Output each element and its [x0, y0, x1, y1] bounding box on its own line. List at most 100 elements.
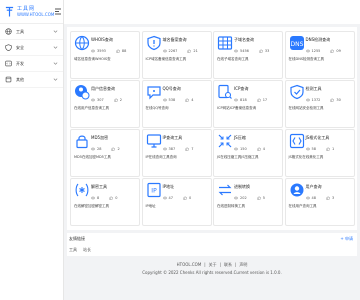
- tool-card-description: 在线进制转换工具: [217, 204, 245, 208]
- eye-icon: [91, 147, 95, 151]
- views-stat: 307: [91, 98, 104, 102]
- footer-link-contact[interactable]: 联系: [224, 261, 232, 269]
- tool-card[interactable]: JS格式化工具 58 1 JS格式化在线美化工具: [284, 129, 355, 177]
- tool-card-title: 进制转换: [234, 184, 250, 189]
- likes-count: 21: [193, 49, 198, 53]
- tool-card-title: 用户查询: [305, 184, 322, 189]
- shield-alert-icon: [146, 35, 161, 51]
- likes-count: 2: [119, 98, 122, 102]
- likes-count: 4: [191, 98, 194, 102]
- thumbs-up-icon: [330, 98, 335, 102]
- views-count: 28: [97, 147, 102, 151]
- views-count: 3593: [97, 49, 106, 53]
- friend-link[interactable]: 站长: [83, 247, 91, 253]
- views-count: 1372: [311, 98, 321, 102]
- views-stat: 58: [305, 147, 316, 151]
- asterisk-icon: [75, 183, 89, 197]
- tool-card[interactable]: ICP查询 818 17 ICP网站ICP备案信息查询: [213, 80, 283, 128]
- views-stat: 1372: [305, 98, 321, 102]
- tool-card[interactable]: IP查询工具 387 7 IP在线查询工具查询: [141, 129, 212, 177]
- friend-link[interactable]: 工具: [69, 247, 77, 253]
- thumbs-up-icon: [183, 196, 187, 200]
- tool-card[interactable]: 检测工具 1372 30 在线网站安全检测工具: [284, 80, 355, 128]
- tool-card-title: QQ号查询: [162, 86, 181, 91]
- likes-count: 17: [262, 98, 268, 102]
- app-root: 工具网 WWW.HTOOL.COM 工具 安全 开发 其他 WHOIS查询 35…: [0, 0, 360, 300]
- apply-link-button[interactable]: + 申请: [340, 236, 353, 242]
- tool-card-description: 在线网站安全检测工具: [288, 106, 324, 110]
- svg-text:IP: IP: [151, 188, 157, 195]
- views-count: 150: [240, 147, 247, 151]
- views-stat: 5456: [234, 49, 249, 53]
- tool-card[interactable]: 用户信息查询 307 2 在线用户信息查询工具: [70, 80, 140, 128]
- footer-site-name[interactable]: HTOOL.COM: [177, 261, 202, 269]
- top-bar: [55, 0, 360, 24]
- thumbs-up-icon: [111, 147, 116, 151]
- tool-card[interactable]: JS压缩 150 4 JS在线压缩工具JS压缩工具: [213, 129, 283, 177]
- friend-links: 友情链接 + 申请 工具 站长: [67, 233, 357, 256]
- views-stat: 3593: [91, 49, 106, 53]
- menu-toggle-icon[interactable]: [54, 7, 62, 16]
- lock-icon: [76, 135, 88, 149]
- thumbs-up-icon: [257, 196, 261, 200]
- views-count: 58: [311, 147, 316, 151]
- tool-card[interactable]: 域名备案查询 2267 21 ICP域名备案信息查询工具: [141, 31, 212, 79]
- sidebar-item-other[interactable]: 其他: [0, 72, 63, 88]
- tool-card[interactable]: MD5加密 28 2 MD5在线加密MD5工具: [70, 129, 140, 177]
- sidebar-item-security[interactable]: 安全: [0, 40, 63, 56]
- brackets-icon: [289, 133, 304, 149]
- likes-count: 4: [262, 147, 265, 151]
- views-count: 387: [168, 147, 176, 151]
- main-content: WHOIS查询 3593 88 域名信息查询WHOIS查 域名备案查询 2267 21 ICP…: [64, 24, 360, 300]
- thumbs-up-icon: [114, 98, 118, 102]
- tool-card-stats: 47 0: [162, 196, 202, 200]
- likes-stat: 17: [257, 98, 267, 102]
- sidebar-item-dev[interactable]: 开发: [0, 56, 63, 72]
- tools-panel: WHOIS查询 3593 88 域名信息查询WHOIS查 域名备案查询 2267 21 ICP…: [67, 27, 357, 230]
- sidebar-item-label: 其他: [16, 76, 24, 82]
- sidebar-item-tools[interactable]: 工具: [0, 24, 63, 40]
- tool-card[interactable]: IP IP地址 47 0 IP地址: [141, 178, 212, 226]
- tool-card-description: IP地址: [145, 204, 156, 208]
- tool-card-title: 域名备案查询: [162, 37, 187, 42]
- tool-card-description: 在线用户信息查询工具: [74, 106, 109, 110]
- likes-count: 7: [191, 147, 194, 151]
- thumbs-up-icon: [257, 98, 261, 102]
- tool-card[interactable]: WHOIS查询 3593 88 域名信息查询WHOIS查: [70, 31, 140, 79]
- eye-icon: [234, 49, 238, 53]
- tool-card[interactable]: 解密工具 8 0 在线解密加密解密工具: [70, 178, 140, 226]
- tool-card-title: WHOIS查询: [91, 37, 113, 42]
- footer-separator: |: [235, 262, 237, 267]
- likes-stat: 2: [111, 147, 120, 151]
- likes-count: 30: [336, 98, 341, 102]
- tool-card-title: IP查询工具: [162, 135, 183, 140]
- tool-card[interactable]: QQ号查询 538 4 在线QQ号查询: [141, 80, 212, 128]
- likes-stat: 4: [185, 98, 193, 102]
- tool-card[interactable]: DNS DNS检测查询 1255 09 在线DNS检测查询工具: [284, 31, 355, 79]
- tool-card-description: ICP域名备案信息查询工具: [145, 57, 187, 61]
- views-count: 1255: [311, 49, 321, 53]
- tool-card-description: 在线子域名查询工具: [217, 57, 249, 61]
- brand-name: 工具网: [17, 5, 36, 12]
- tool-card-stats: 3593 88: [91, 49, 136, 53]
- tool-card-description: 在线QQ号查询: [145, 106, 169, 110]
- tool-card[interactable]: 子域名查询 5456 33 在线子域名查询工具: [213, 31, 283, 79]
- tool-card-stats: 387 7: [162, 147, 204, 151]
- sidebar: 工具网 WWW.HTOOL.COM 工具 安全 开发 其他: [0, 0, 64, 300]
- footer-link-statement[interactable]: 声明: [239, 261, 247, 269]
- views-stat: 150: [234, 147, 247, 151]
- tool-card-title: MD5加密: [91, 135, 109, 140]
- footer-link-about[interactable]: 关于: [209, 261, 217, 269]
- likes-stat: 21: [187, 49, 198, 53]
- eye-icon: [305, 49, 310, 53]
- grid-icon: [217, 36, 233, 50]
- eye-icon: [162, 196, 167, 200]
- thumbs-up-icon: [185, 147, 189, 151]
- tool-card[interactable]: 进制转换 202 5 在线进制转换工具: [213, 178, 283, 226]
- views-stat: 8: [91, 196, 99, 200]
- tool-card-stats: 5456 33: [234, 49, 279, 53]
- tool-card[interactable]: 用户查询 48 3 在线用户查询工具: [284, 178, 355, 226]
- footer-links: HTOOL.COM | 关于 | 联系 | 声明: [64, 261, 360, 269]
- footer-separator: |: [219, 262, 221, 267]
- eye-icon: [234, 98, 238, 102]
